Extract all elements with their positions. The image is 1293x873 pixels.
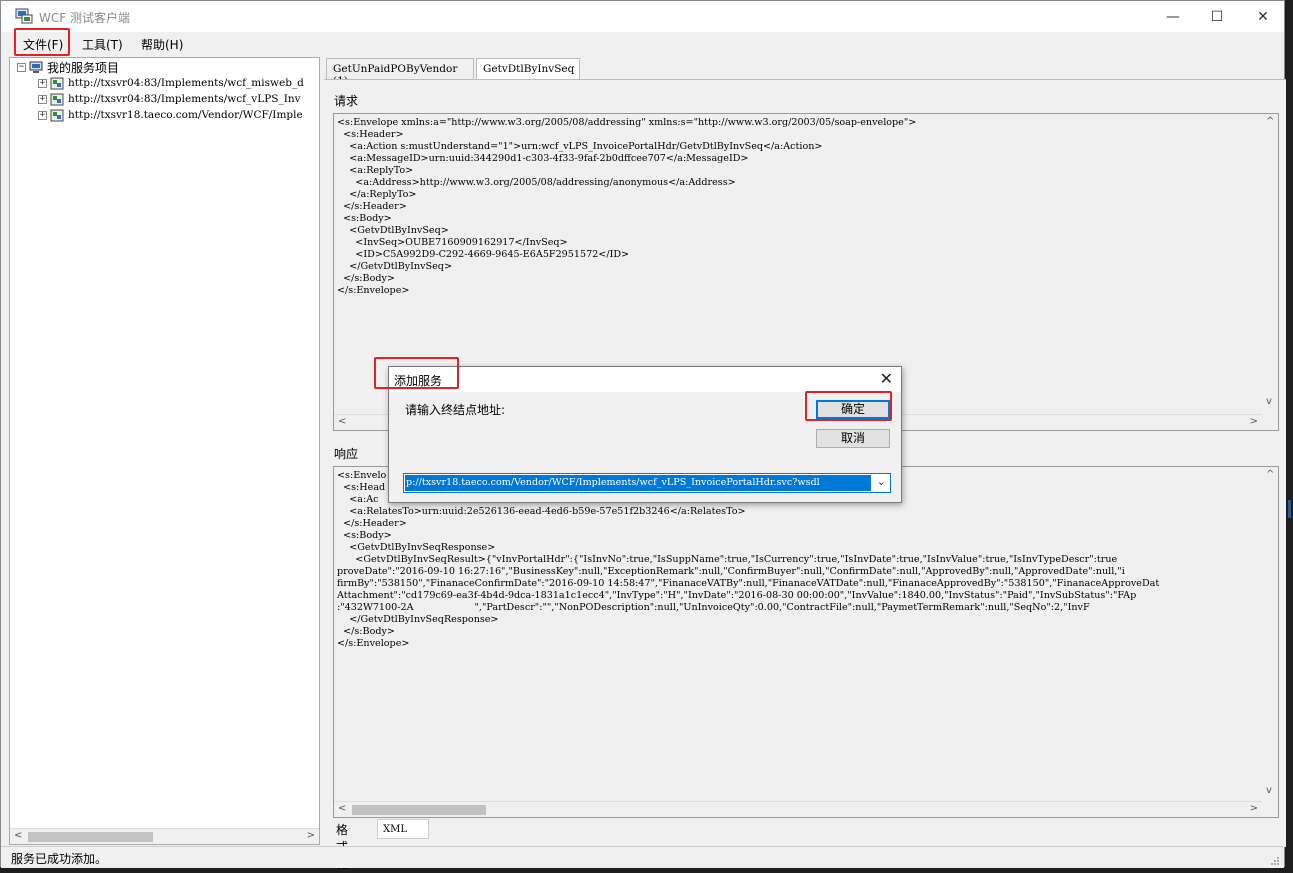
tab-formatted[interactable]: 格式化 <box>331 819 353 871</box>
scroll-right-icon[interactable]: > <box>1250 803 1258 814</box>
endpoint-prompt: 请输入终结点地址: <box>405 403 506 417</box>
request-xml: <s:Envelope xmlns:a="http://www.w3.org/2… <box>337 117 917 296</box>
menu-file[interactable]: 文件(F) <box>23 36 63 53</box>
service-icon <box>50 109 64 121</box>
app-icon <box>15 8 33 24</box>
minimize-button[interactable]: — <box>1150 1 1196 32</box>
scroll-up-icon[interactable]: ^ <box>1266 116 1274 127</box>
tree-item[interactable]: + http://txsvr18.taeco.com/Vendor/WCF/Im… <box>38 107 303 123</box>
tree-root-label: 我的服务项目 <box>47 60 120 75</box>
scroll-thumb[interactable] <box>28 832 153 842</box>
service-tree-panel: − 我的服务项目 + http://txsvr04:83/Implements/… <box>9 57 320 845</box>
ok-button[interactable]: 确定 <box>816 400 890 419</box>
close-button[interactable]: ✕ <box>1240 1 1286 32</box>
tree-item[interactable]: + http://txsvr04:83/Implements/wcf_vLPS_… <box>38 91 301 107</box>
scroll-thumb[interactable] <box>352 805 486 815</box>
window-title: WCF 测试客户端 <box>39 11 130 25</box>
tree-horizontal-scrollbar[interactable]: < > <box>10 828 319 844</box>
request-label: 请求 <box>334 94 359 108</box>
tab-getunpaidpobyvendor[interactable]: GetUnPaidPOByVendor (1) <box>326 58 474 87</box>
status-text: 服务已成功添加。 <box>11 852 108 866</box>
expand-icon[interactable]: + <box>38 78 47 88</box>
response-textbox[interactable]: <s:Envelo 08/addressing"> <s:Head <a:Ac <box>333 466 1279 818</box>
tree-item-label: http://txsvr18.taeco.com/Vendor/WCF/Impl… <box>68 109 303 121</box>
chevron-down-icon[interactable]: ⌄ <box>877 475 886 488</box>
tree-root[interactable]: − 我的服务项目 <box>17 59 119 75</box>
background-decoration <box>1288 500 1291 518</box>
scroll-left-icon[interactable]: < <box>338 416 346 427</box>
scroll-left-icon[interactable]: < <box>14 830 22 841</box>
dialog-close-icon[interactable]: ✕ <box>880 369 893 388</box>
request-vertical-scrollbar[interactable]: ^ v <box>1262 114 1278 414</box>
menu-help[interactable]: 帮助(H) <box>141 36 183 53</box>
tree-item[interactable]: + http://txsvr04:83/Implements/wcf_miswe… <box>38 75 304 91</box>
expand-icon[interactable]: + <box>38 94 47 104</box>
expand-icon[interactable]: + <box>38 110 47 120</box>
status-bar: 服务已成功添加。 <box>1 846 1284 868</box>
service-icon <box>50 93 64 105</box>
add-service-dialog: 添加服务 ✕ 请输入终结点地址: 确定 取消 p://txsvr18.taeco… <box>388 366 902 503</box>
cancel-button[interactable]: 取消 <box>816 429 890 448</box>
endpoint-address-value[interactable]: p://txsvr18.taeco.com/Vendor/WCF/Impleme… <box>405 475 871 491</box>
scroll-left-icon[interactable]: < <box>338 803 346 814</box>
tab-xml[interactable]: XML <box>377 819 429 839</box>
response-horizontal-scrollbar[interactable]: < > <box>334 801 1262 817</box>
collapse-icon[interactable]: − <box>17 62 26 72</box>
tree-item-label: http://txsvr04:83/Implements/wcf_misweb_… <box>68 77 304 89</box>
endpoint-address-combobox[interactable]: p://txsvr18.taeco.com/Vendor/WCF/Impleme… <box>403 473 891 493</box>
response-vertical-scrollbar[interactable]: ^ v <box>1262 467 1278 801</box>
tab-getvdtlbyinvseq[interactable]: GetvDtlByInvSeq <box>476 58 580 81</box>
scroll-up-icon[interactable]: ^ <box>1266 469 1274 480</box>
dialog-title-bar: 添加服务 ✕ <box>389 367 901 392</box>
response-label: 响应 <box>334 447 359 461</box>
computer-icon <box>29 61 43 73</box>
menu-bar: 文件(F) 工具(T) 帮助(H) <box>1 32 1284 56</box>
scroll-right-icon[interactable]: > <box>1250 416 1258 427</box>
tree-item-label: http://txsvr04:83/Implements/wcf_vLPS_In… <box>68 93 301 105</box>
menu-tools[interactable]: 工具(T) <box>82 36 123 53</box>
maximize-button[interactable]: ☐ <box>1194 1 1240 32</box>
service-icon <box>50 77 64 89</box>
scroll-right-icon[interactable]: > <box>307 830 315 841</box>
scroll-down-icon[interactable]: v <box>1266 785 1272 796</box>
resize-grip-icon[interactable] <box>1270 856 1280 866</box>
title-bar: WCF 测试客户端 — ☐ ✕ <box>1 1 1284 32</box>
dialog-title: 添加服务 <box>394 374 443 388</box>
scroll-down-icon[interactable]: v <box>1266 396 1272 407</box>
